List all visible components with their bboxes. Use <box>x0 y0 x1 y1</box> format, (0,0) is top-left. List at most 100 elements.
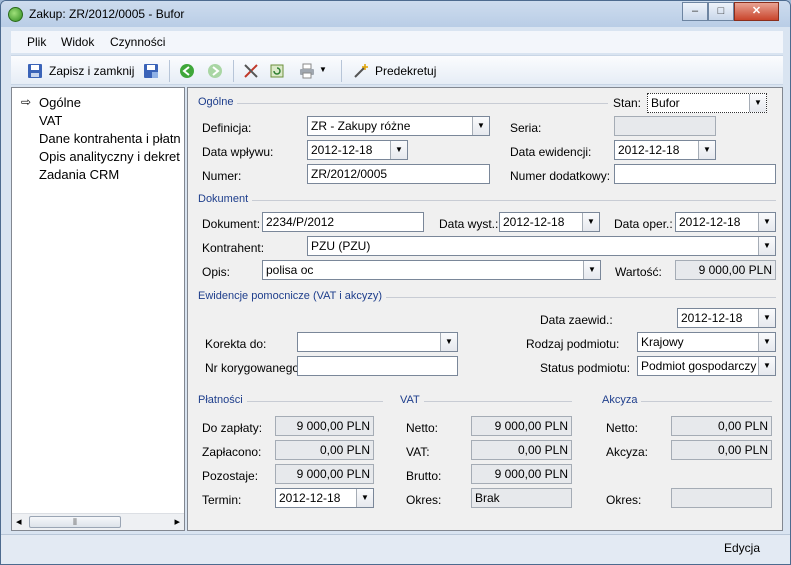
menu-plik[interactable]: Plik <box>27 35 46 49</box>
chevron-down-icon: ▼ <box>319 65 327 74</box>
termin-value: 2012-12-18 <box>279 491 341 505</box>
back-button[interactable] <box>177 61 199 81</box>
data-ewidencji-date[interactable]: 2012-12-18 ▼ <box>614 140 716 160</box>
chevron-down-icon[interactable]: ▼ <box>749 94 766 112</box>
definicja-label: Definicja: <box>202 121 252 135</box>
scroll-left-icon[interactable]: ◂ <box>16 515 22 528</box>
definicja-select[interactable]: ZR - Zakupy różne ▼ <box>307 116 490 136</box>
refresh-button[interactable] <box>267 61 289 81</box>
opis-value: polisa oc <box>266 263 314 277</box>
numer-dodatkowy-input[interactable] <box>614 164 776 184</box>
data-oper-value: 2012-12-18 <box>679 215 741 229</box>
menu-czynnosci[interactable]: Czynności <box>110 35 165 49</box>
termin-date[interactable]: 2012-12-18 ▼ <box>275 488 374 508</box>
selected-arrow-icon: ⇨ <box>21 95 32 109</box>
chevron-down-icon[interactable]: ▼ <box>758 237 775 255</box>
data-wyst-value: 2012-12-18 <box>503 215 565 229</box>
stan-select[interactable]: Bufor ▼ <box>647 93 767 113</box>
print-button[interactable]: ▼ <box>297 61 333 81</box>
chevron-down-icon[interactable]: ▼ <box>440 333 457 351</box>
scroll-thumb[interactable]: ⦀ <box>29 516 121 528</box>
akcyza-okres-value <box>671 488 772 508</box>
section-vat: VAT <box>400 394 424 406</box>
status-podmiotu-select[interactable]: Podmiot gospodarczy ▼ <box>637 356 776 376</box>
section-platnosci: Płatności <box>198 394 247 406</box>
opis-select[interactable]: polisa oc ▼ <box>262 260 601 280</box>
status-podmiotu-value: Podmiot gospodarczy <box>641 359 757 373</box>
seria-field[interactable] <box>614 116 716 136</box>
chevron-down-icon[interactable]: ▼ <box>583 261 600 279</box>
title-bar[interactable]: Zakup: ZR/2012/0005 - Bufor – □ ✕ <box>1 1 790 27</box>
data-oper-label: Data oper.: <box>614 217 673 231</box>
chevron-down-icon[interactable]: ▼ <box>758 213 775 231</box>
seria-label: Seria: <box>510 121 542 135</box>
data-ewidencji-label: Data ewidencji: <box>510 145 592 159</box>
kontrahent-select[interactable]: PZU (PZU) ▼ <box>307 236 776 256</box>
section-ewidencje: Ewidencje pomocnicze (VAT i akcyzy) <box>198 290 387 302</box>
numer-dodatkowy-label: Numer dodatkowy: <box>510 169 611 183</box>
vat-netto-label: Netto: <box>406 421 439 435</box>
predekretuj-button[interactable]: Predekretuj <box>351 61 447 81</box>
section-dokument: Dokument <box>198 193 253 205</box>
opis-label: Opis: <box>202 265 231 279</box>
kontrahent-value: PZU (PZU) <box>311 239 371 253</box>
save-close-button[interactable]: Zapisz i zamknij <box>25 61 147 81</box>
do-zaplaty-label: Do zapłaty: <box>202 421 263 435</box>
data-zaewid-label: Data zaewid.: <box>540 313 613 327</box>
menu-bar: Plik Widok Czynności <box>11 31 783 53</box>
horizontal-scrollbar[interactable]: ◂ ⦀ ▸ <box>12 513 184 530</box>
status-podmiotu-label: Status podmiotu: <box>540 361 631 375</box>
data-oper-date[interactable]: 2012-12-18 ▼ <box>675 212 776 232</box>
chevron-down-icon[interactable]: ▼ <box>356 489 373 507</box>
data-wplywu-label: Data wpływu: <box>202 145 274 159</box>
nr-korygowanego-input[interactable] <box>297 356 458 376</box>
chevron-down-icon[interactable]: ▼ <box>698 141 715 159</box>
chevron-down-icon[interactable]: ▼ <box>582 213 599 231</box>
vat-brutto-label: Brutto: <box>406 469 442 483</box>
window-title: Zakup: ZR/2012/0005 - Bufor <box>29 7 185 21</box>
stan-label: Stan: <box>613 96 642 110</box>
back-arrow-icon <box>180 64 194 78</box>
tools-button[interactable] <box>241 61 263 81</box>
numer-label: Numer: <box>202 169 242 183</box>
chevron-down-icon[interactable]: ▼ <box>758 357 775 375</box>
dokument-input[interactable]: 2234/P/2012 <box>262 212 424 232</box>
chevron-down-icon[interactable]: ▼ <box>472 117 489 135</box>
predekretuj-label: Predekretuj <box>375 64 437 78</box>
divider <box>198 103 608 104</box>
section-ogolne: Ogólne <box>198 96 238 108</box>
divider <box>400 401 572 402</box>
toolbar-separator <box>341 60 342 82</box>
tree-item-zadania-crm[interactable]: Zadania CRM <box>39 167 119 182</box>
status-mode: Edycja <box>723 541 760 555</box>
toolbar-separator <box>233 60 234 82</box>
menu-widok[interactable]: Widok <box>61 35 94 49</box>
forward-button[interactable] <box>205 61 227 81</box>
status-bar: Edycja <box>1 534 790 564</box>
toolbar: Zapisz i zamknij ▼ Predekretuj <box>11 55 783 85</box>
tree-item-ogolne[interactable]: Ogólne <box>39 95 81 110</box>
tree-item-dane-kontrahenta[interactable]: Dane kontrahenta i płatn <box>39 131 181 146</box>
chevron-down-icon[interactable]: ▼ <box>758 309 775 327</box>
data-wplywu-date[interactable]: 2012-12-18 ▼ <box>307 140 408 160</box>
save-button[interactable] <box>141 61 163 81</box>
dokument-label: Dokument: <box>202 217 261 231</box>
save-close-label: Zapisz i zamknij <box>49 64 135 78</box>
korekta-select[interactable]: ▼ <box>297 332 458 352</box>
minimize-button[interactable]: – <box>682 2 708 21</box>
data-wyst-date[interactable]: 2012-12-18 ▼ <box>499 212 600 232</box>
vat-okres-value: Brak <box>471 488 572 508</box>
close-button[interactable]: ✕ <box>734 2 779 21</box>
wand-icon <box>354 64 368 78</box>
stan-value: Bufor <box>651 96 680 110</box>
rodzaj-podmiotu-select[interactable]: Krajowy ▼ <box>637 332 776 352</box>
maximize-button[interactable]: □ <box>708 2 734 21</box>
data-zaewid-date[interactable]: 2012-12-18 ▼ <box>677 308 776 328</box>
tree-item-vat[interactable]: VAT <box>39 113 62 128</box>
numer-input[interactable]: ZR/2012/0005 <box>307 164 490 184</box>
scroll-right-icon[interactable]: ▸ <box>174 515 180 528</box>
tree-item-opis-analityczny[interactable]: Opis analityczny i dekret <box>39 149 180 164</box>
chevron-down-icon[interactable]: ▼ <box>758 333 775 351</box>
zaplacono-value: 0,00 PLN <box>275 440 374 460</box>
chevron-down-icon[interactable]: ▼ <box>390 141 407 159</box>
